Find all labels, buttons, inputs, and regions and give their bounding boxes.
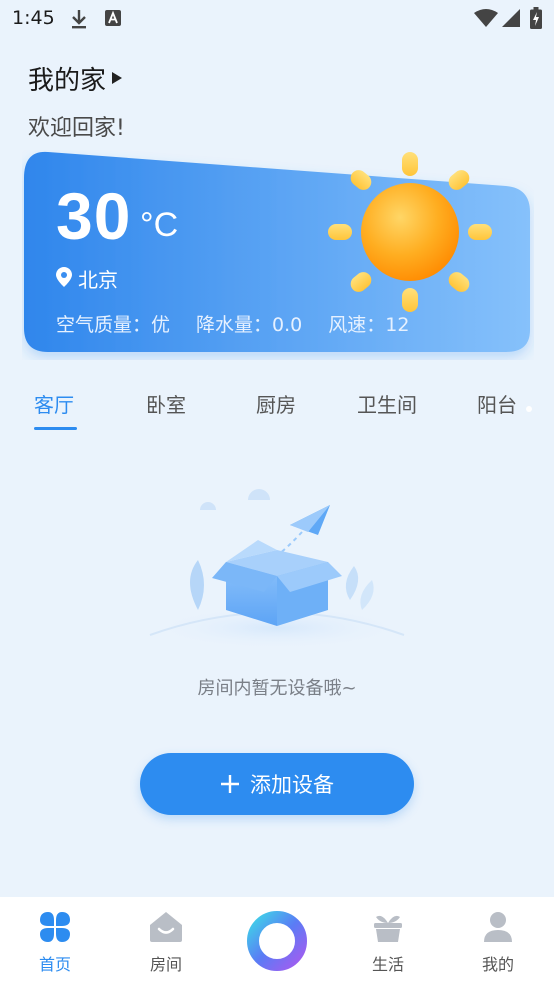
status-time: 1:45 bbox=[12, 7, 55, 29]
grid-icon bbox=[39, 911, 71, 947]
nav-label-home: 首页 bbox=[38, 955, 71, 974]
tab-balcony[interactable]: 阳台 bbox=[477, 389, 517, 418]
battery-charging-icon bbox=[530, 7, 542, 33]
precipitation: 降水量：0.0 bbox=[196, 314, 303, 336]
signal-icon bbox=[502, 9, 520, 31]
home-selector[interactable]: 我的家 bbox=[28, 60, 123, 97]
caret-right-icon bbox=[111, 70, 123, 89]
add-device-label: 添加设备 bbox=[250, 773, 334, 797]
house-icon bbox=[149, 911, 183, 947]
wifi-icon bbox=[474, 9, 498, 31]
empty-box-icon bbox=[147, 489, 407, 650]
status-bar: 1:45 bbox=[0, 0, 554, 40]
welcome-text: 欢迎回家! bbox=[28, 116, 125, 141]
home-title: 我的家 bbox=[28, 66, 107, 96]
download-icon bbox=[70, 8, 88, 34]
room-tabs: 客厅 卧室 厨房 卫生间 阳台 bbox=[0, 385, 554, 435]
tabs-overflow-indicator bbox=[526, 406, 532, 412]
tab-bathroom[interactable]: 卫生间 bbox=[357, 389, 417, 418]
nav-label-life: 生活 bbox=[371, 955, 404, 974]
plant-icon bbox=[372, 911, 404, 947]
city-name: 北京 bbox=[78, 268, 118, 292]
temperature-value: 30 bbox=[56, 179, 132, 253]
font-a-icon bbox=[104, 8, 122, 32]
user-icon bbox=[482, 911, 514, 947]
add-device-button[interactable]: 添加设备 bbox=[140, 753, 414, 815]
nav-item-life[interactable]: 生活 bbox=[333, 897, 443, 984]
air-quality: 空气质量：优 bbox=[56, 314, 171, 336]
tab-indicator bbox=[34, 427, 77, 430]
tab-kitchen[interactable]: 厨房 bbox=[256, 389, 296, 418]
nav-label-profile: 我的 bbox=[481, 955, 514, 974]
tab-living-room[interactable]: 客厅 bbox=[34, 389, 74, 418]
empty-state-message: 房间内暂无设备哦~ bbox=[197, 678, 357, 699]
weather-card[interactable]: 30 °C 北京 空气质量：优 降水量：0.0 风速：12 bbox=[22, 150, 534, 360]
sun-icon bbox=[328, 152, 492, 312]
nav-item-home[interactable]: 首页 bbox=[0, 897, 110, 984]
location: 北京 bbox=[56, 264, 118, 293]
nav-label-rooms: 房间 bbox=[149, 955, 182, 974]
tab-bedroom[interactable]: 卧室 bbox=[146, 389, 186, 418]
plus-icon bbox=[220, 774, 240, 794]
nav-item-profile[interactable]: 我的 bbox=[443, 897, 553, 984]
ring-icon[interactable] bbox=[246, 910, 308, 972]
location-pin-icon bbox=[56, 266, 72, 291]
temperature-unit: °C bbox=[140, 206, 179, 244]
nav-item-rooms[interactable]: 房间 bbox=[111, 897, 221, 984]
